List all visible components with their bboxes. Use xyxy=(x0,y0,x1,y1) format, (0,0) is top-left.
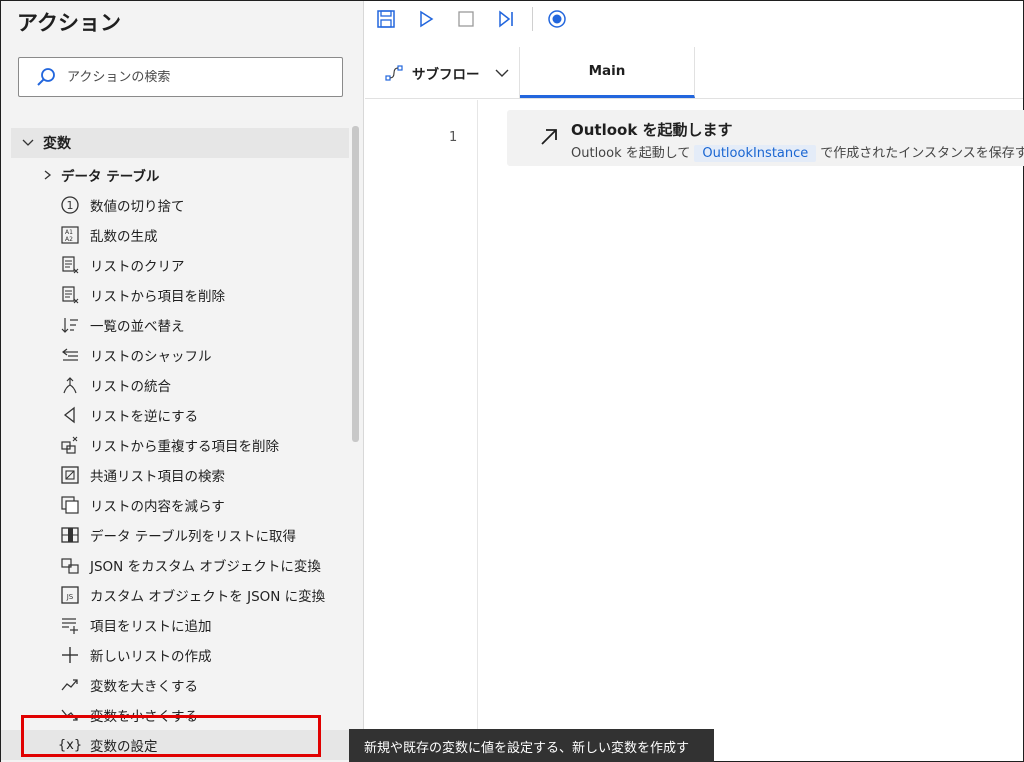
action-item-label: リストのクリア xyxy=(90,259,185,275)
subgroup-label: データ テーブル xyxy=(61,169,160,185)
action-item-add-to-list[interactable]: 項目をリストに追加 xyxy=(1,610,351,640)
action-item-json-to-object[interactable]: JSON をカスタム オブジェクトに変換 xyxy=(1,550,351,580)
step-title: Outlook を起動します xyxy=(571,121,733,139)
category-variables[interactable]: 変数 xyxy=(11,128,349,158)
actions-pane: アクション 変数 データ テーブル 1 数値の切り捨て A1A2 乱数の生成 xyxy=(1,1,364,762)
svg-text:1: 1 xyxy=(67,199,74,212)
action-search-box[interactable] xyxy=(18,57,343,97)
merge-list-icon xyxy=(63,377,77,394)
list-remove-item-icon xyxy=(62,286,79,304)
svg-text:JS: JS xyxy=(66,593,74,601)
stop-icon xyxy=(458,11,474,27)
action-search-input[interactable] xyxy=(67,69,317,85)
search-icon xyxy=(37,68,55,86)
action-item-remove-duplicates[interactable]: リストから重複する項目を削除 xyxy=(1,430,351,460)
flow-step-launch-outlook[interactable]: Outlook を起動します Outlook を起動して OutlookInsta… xyxy=(507,110,1024,166)
circled-one-icon: 1 xyxy=(61,196,79,214)
action-item-label: リストのシャッフル xyxy=(90,349,212,365)
common-items-icon xyxy=(61,466,79,484)
stop-button[interactable] xyxy=(454,7,478,31)
chevron-down-icon xyxy=(22,139,34,146)
action-item-remove-list-item[interactable]: リストから項目を削除 xyxy=(1,280,351,310)
subgroup-data-table[interactable]: データ テーブル xyxy=(1,160,351,190)
action-item-label: 乱数の生成 xyxy=(90,229,158,245)
action-item-clear-list[interactable]: リストのクリア xyxy=(1,250,351,280)
svg-text:A1: A1 xyxy=(65,229,73,236)
action-item-label: リストから項目を削除 xyxy=(90,289,225,305)
action-item-label: データ テーブル列をリストに取得 xyxy=(90,529,296,545)
json-convert-icon xyxy=(61,558,79,574)
step-forward-icon xyxy=(499,10,513,28)
actions-pane-title: アクション xyxy=(17,11,121,35)
action-item-random-number[interactable]: A1 A2 乱数の生成 xyxy=(1,220,351,250)
list-clear-icon xyxy=(62,256,79,274)
trend-up-icon xyxy=(61,679,78,691)
action-item-shuffle-list[interactable]: リストのシャッフル xyxy=(1,340,351,370)
action-item-label: 一覧の並べ替え xyxy=(90,319,185,335)
save-icon xyxy=(377,10,395,28)
save-button[interactable] xyxy=(374,7,398,31)
subflows-dropdown[interactable]: サブフロー xyxy=(365,47,520,98)
plus-icon xyxy=(62,647,78,663)
run-button[interactable] xyxy=(414,7,438,31)
action-item-label: リストの内容を減らす xyxy=(90,499,225,515)
js-file-icon: JS xyxy=(61,586,79,604)
action-item-label: JSON をカスタム オブジェクトに変換 xyxy=(90,559,321,575)
table-column-icon xyxy=(61,527,79,543)
action-item-label: 変数を大きくする xyxy=(90,679,198,695)
action-item-get-column-as-list[interactable]: データ テーブル列をリストに取得 xyxy=(1,520,351,550)
shuffle-list-icon xyxy=(62,348,78,361)
launch-arrow-icon xyxy=(541,129,557,145)
record-button[interactable] xyxy=(545,7,569,31)
step-description: Outlook を起動して OutlookInstance で作成されたインスタンス… xyxy=(571,142,1024,162)
action-item-merge-lists[interactable]: リストの統合 xyxy=(1,370,351,400)
step-desc-after: で作成されたインスタンスを保存す xyxy=(820,146,1024,161)
svg-text:A2: A2 xyxy=(65,236,73,243)
chevron-down-icon xyxy=(495,69,508,77)
action-item-find-common-items[interactable]: 共通リスト項目の検索 xyxy=(1,460,351,490)
action-item-label: リストを逆にする xyxy=(90,409,199,425)
designer-toolbar xyxy=(365,1,1023,37)
action-item-increase-variable[interactable]: 変数を大きくする xyxy=(1,670,351,700)
action-item-subtract-lists[interactable]: リストの内容を減らす xyxy=(1,490,351,520)
chevron-right-icon xyxy=(44,170,52,180)
action-item-create-new-list[interactable]: 新しいリストの作成 xyxy=(1,640,351,670)
tooltip: 新規や既存の変数に値を設定する、新しい変数を作成す xyxy=(349,729,714,762)
action-item-label: リストの統合 xyxy=(90,379,171,395)
action-item-label: 数値の切り捨て xyxy=(90,199,185,215)
action-item-label: 項目をリストに追加 xyxy=(90,619,212,635)
subflow-label: サブフロー xyxy=(412,66,480,83)
random-az-icon: A1A2 xyxy=(61,226,79,244)
sort-list-icon xyxy=(61,318,78,333)
subflow-icon xyxy=(385,64,403,81)
action-item-reverse-list[interactable]: リストを逆にする xyxy=(1,400,351,430)
action-item-label: 共通リスト項目の検索 xyxy=(90,469,225,485)
reverse-list-icon xyxy=(63,406,75,424)
tab-main[interactable]: Main xyxy=(520,47,695,98)
action-item-truncate-number[interactable]: 1 数値の切り捨て xyxy=(1,190,351,220)
remove-duplicates-icon xyxy=(61,436,78,454)
action-item-object-to-json[interactable]: JS カスタム オブジェクトを JSON に変換 xyxy=(1,580,351,610)
play-icon xyxy=(420,10,434,28)
step-line-number: 1 xyxy=(449,130,458,145)
step-desc-before: Outlook を起動して xyxy=(571,146,691,161)
action-item-label: リストから重複する項目を削除 xyxy=(90,439,279,455)
add-to-list-icon xyxy=(62,618,78,634)
toolbar-separator xyxy=(532,7,533,31)
highlight-box xyxy=(21,715,321,757)
run-next-step-button[interactable] xyxy=(494,7,518,31)
action-item-label: カスタム オブジェクトを JSON に変換 xyxy=(90,589,326,605)
action-list: データ テーブル 1 数値の切り捨て A1 A2 乱数の生成 リストのクリア リス… xyxy=(1,160,351,760)
category-label: 変数 xyxy=(43,136,71,152)
subtract-list-icon xyxy=(61,496,79,514)
line-number-gutter xyxy=(365,100,478,761)
record-icon xyxy=(548,10,566,28)
action-item-label: 新しいリストの作成 xyxy=(90,649,212,665)
variable-chip[interactable]: OutlookInstance xyxy=(694,145,817,162)
actions-scrollbar[interactable] xyxy=(352,126,359,442)
flow-tabs: サブフロー Main xyxy=(365,47,1023,99)
action-item-sort-list[interactable]: 一覧の並べ替え xyxy=(1,310,351,340)
